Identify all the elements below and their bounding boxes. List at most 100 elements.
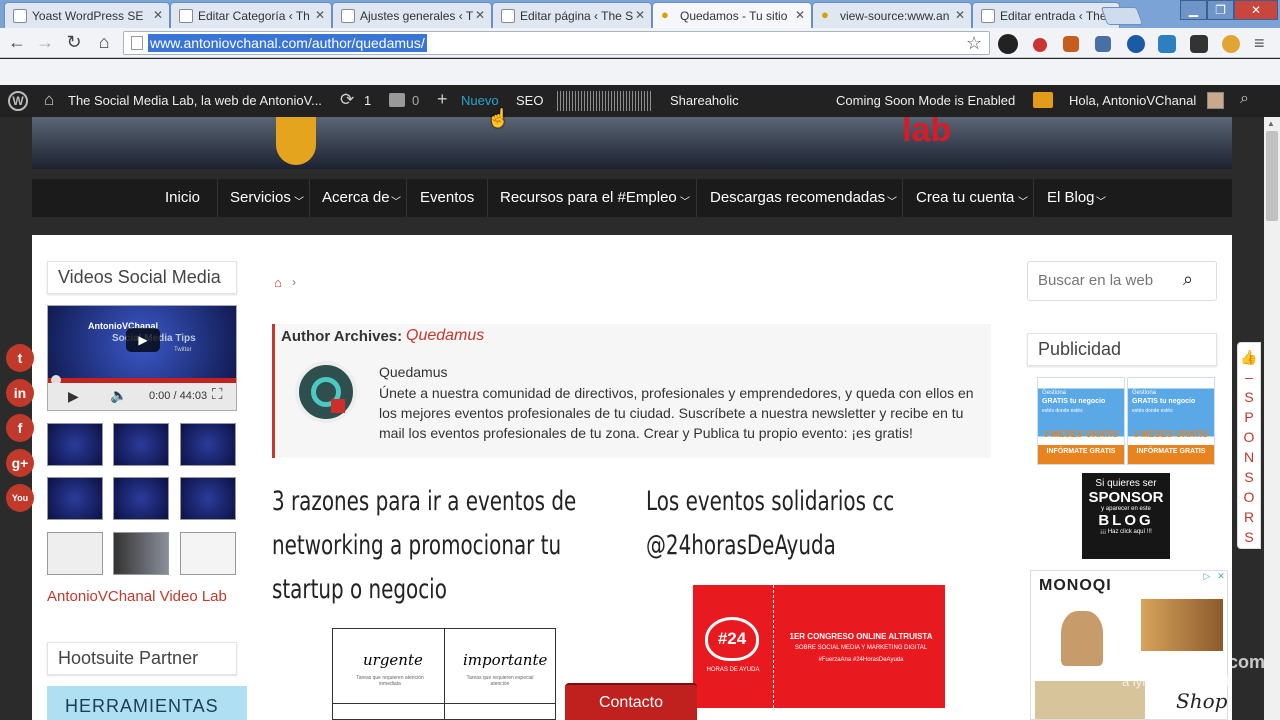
reload-icon[interactable]: ↻ — [62, 32, 86, 53]
browser-tab-editar-categoria[interactable]: Editar Categoría ‹ Th ✕ — [170, 2, 332, 28]
post2-image[interactable]: #24 HORAS DE AYUDA 1ER CONGRESO ONLINE A… — [693, 585, 945, 708]
nav-item-inicio[interactable]: Inicio — [165, 189, 200, 206]
video-thumbnail[interactable] — [180, 423, 236, 466]
globe-extension-icon[interactable] — [1127, 35, 1145, 53]
ad-banner-sponsor[interactable]: Si quieres ser SPONSOR y aparecer en est… — [1082, 473, 1170, 559]
browser-tab-editar-pagina[interactable]: Editar página ‹ The S ✕ — [492, 2, 652, 28]
hootsuite-banner[interactable]: HERRAMIENTAS — [47, 686, 247, 720]
close-icon[interactable]: ✕ — [315, 8, 325, 22]
facebook-icon[interactable]: f — [6, 414, 34, 442]
scrollbar-thumb[interactable] — [1266, 131, 1278, 221]
adminbar-new[interactable]: Nuevo — [461, 93, 499, 108]
ad-banner-gestiona[interactable]: Gestiona GRATIS tu negocio estés donde e… — [1037, 377, 1125, 465]
youtube-icon[interactable]: You — [6, 484, 34, 512]
video-thumbnail[interactable] — [47, 477, 103, 520]
nav-item-acerca-de[interactable]: Acerca de — [322, 189, 390, 206]
video-thumbnail[interactable] — [113, 477, 169, 520]
new-tab-button[interactable] — [1100, 7, 1144, 25]
sponsors-side-tab[interactable]: 👍 – S P O N S O R S — [1237, 342, 1261, 549]
play-icon[interactable]: ▶ — [126, 328, 160, 352]
notification-icon[interactable] — [1033, 92, 1053, 108]
url-text[interactable]: www.antoniovchanal.com/author/quedamus/ — [148, 34, 427, 52]
adminbar-site-name[interactable]: The Social Media Lab, la web de AntonioV… — [68, 93, 322, 108]
post-title-eventos-solidarios[interactable]: Los eventos solidarios cc @24horasDeAyud… — [646, 480, 958, 568]
wordpress-logo-icon[interactable]: W — [8, 91, 28, 111]
ad-banner-gestiona[interactable]: Gestiona GRATIS tu negocio estés donde e… — [1127, 377, 1215, 465]
layers-extension-icon[interactable] — [1190, 35, 1208, 53]
contact-button[interactable]: Contacto — [565, 683, 697, 720]
twitter-icon[interactable]: t — [6, 344, 34, 372]
browser-tab-yoast[interactable]: Yoast WordPress SE ✕ — [4, 2, 170, 28]
nav-item-descargas[interactable]: Descargas recomendadas — [710, 189, 885, 206]
video-thumbnail[interactable] — [113, 532, 169, 575]
adminbar-coming-soon[interactable]: Coming Soon Mode is Enabled — [836, 93, 1015, 108]
search-input[interactable] — [1038, 272, 1178, 289]
browser-tab-editar-entrada[interactable]: Editar entrada ‹ The ✕ — [972, 2, 1120, 28]
home-icon[interactable]: ⌂ — [92, 32, 116, 53]
ad-info-icon[interactable]: ▷ — [1201, 571, 1213, 583]
ad-banner-monoqi[interactable]: MONOQI ▷ ✕ Shop — [1030, 570, 1228, 720]
menu-icon[interactable]: ≡ — [1254, 33, 1265, 54]
browser-tab-ajustes[interactable]: Ajustes generales ‹ T ✕ — [332, 2, 492, 28]
nav-item-eventos[interactable]: Eventos — [420, 189, 474, 206]
page-scrollbar[interactable]: ▲ — [1264, 117, 1280, 720]
post1-image[interactable]: urgente importante Tareas que requieren … — [332, 628, 556, 720]
minimize-icon[interactable]: ▁ — [1180, 0, 1207, 20]
extension-icon[interactable] — [1095, 36, 1111, 52]
tab-title: view-source:www.an — [840, 9, 950, 23]
play-icon[interactable]: ▶ — [68, 388, 79, 405]
comments-count[interactable]: 0 — [412, 93, 419, 108]
browser-tab-quedamos[interactable]: ● Quedamos - Tu sitio ✕ — [652, 2, 812, 29]
volume-icon[interactable]: 🔈 — [110, 387, 127, 404]
ad-text: ¡¡¡ Haz click aquí !!! — [1100, 529, 1152, 535]
window-close-icon[interactable]: ✕ — [1234, 0, 1278, 20]
video-thumbnail[interactable] — [180, 532, 236, 575]
extension-icon[interactable] — [1222, 35, 1240, 53]
page-favicon-icon — [341, 9, 355, 23]
video-thumbnail[interactable] — [47, 423, 103, 466]
ad-text: Gestiona — [1042, 390, 1067, 396]
bug-extension-icon[interactable] — [1063, 36, 1079, 52]
nav-item-crea-cuenta[interactable]: Crea tu cuenta — [916, 189, 1014, 206]
close-icon[interactable]: ✕ — [795, 8, 805, 22]
video-lab-link[interactable]: AntonioVChanal Video Lab — [47, 588, 227, 605]
nav-item-recursos-empleo[interactable]: Recursos para el #Empleo — [500, 189, 677, 206]
adminbar-seo[interactable]: SEO — [516, 93, 543, 108]
video-thumbnail[interactable] — [113, 423, 169, 466]
linkedin-icon[interactable]: in — [6, 379, 34, 407]
comments-icon[interactable] — [389, 93, 405, 107]
updates-icon[interactable]: ⟳ — [340, 90, 354, 110]
extension-icon[interactable] — [1033, 38, 1047, 52]
avatar[interactable] — [1207, 92, 1224, 109]
back-icon[interactable]: ← — [5, 32, 29, 53]
stats-sparkline-icon[interactable] — [557, 91, 653, 111]
extension-icon[interactable] — [998, 34, 1018, 54]
google-plus-icon[interactable]: g+ — [6, 449, 34, 477]
close-icon[interactable]: ✕ — [475, 8, 485, 22]
adminbar-greeting[interactable]: Hola, AntonioVChanal — [1069, 93, 1196, 108]
nav-item-servicios[interactable]: Servicios — [230, 189, 291, 206]
updates-count[interactable]: 1 — [364, 93, 371, 108]
close-icon[interactable]: ✕ — [153, 8, 163, 22]
search-box[interactable]: ⌕ — [1027, 261, 1217, 301]
scroll-up-icon[interactable]: ▲ — [1267, 119, 1275, 128]
forward-icon[interactable]: → — [33, 32, 57, 53]
browser-tab-view-source[interactable]: ● view-source:www.an ✕ — [812, 2, 972, 28]
video-thumbnail[interactable] — [47, 532, 103, 575]
bookmark-star-icon[interactable]: ☆ — [966, 33, 982, 54]
restore-icon[interactable]: ❐ — [1207, 0, 1234, 20]
video-player[interactable]: AntonioVChanal Social Media Tips Twitter… — [47, 305, 237, 411]
video-thumbnail[interactable] — [180, 477, 236, 520]
close-icon[interactable]: ✕ — [955, 8, 965, 22]
fullscreen-icon[interactable]: ⛶ — [212, 386, 223, 403]
search-icon[interactable]: ⌕ — [1183, 269, 1193, 290]
nav-item-el-blog[interactable]: El Blog — [1047, 189, 1095, 206]
nav-separator — [217, 179, 218, 217]
close-icon[interactable]: ✕ — [635, 8, 645, 22]
adminbar-shareaholic[interactable]: Shareaholic — [670, 93, 739, 108]
extension-icon[interactable] — [1158, 35, 1176, 53]
breadcrumb-home-icon[interactable]: ⌂ — [274, 275, 282, 290]
search-icon[interactable]: ⌕ — [1240, 90, 1249, 108]
post-title-networking[interactable]: 3 razones para ir a eventos de networkin… — [272, 480, 616, 612]
ad-close-icon[interactable]: ✕ — [1215, 571, 1227, 583]
